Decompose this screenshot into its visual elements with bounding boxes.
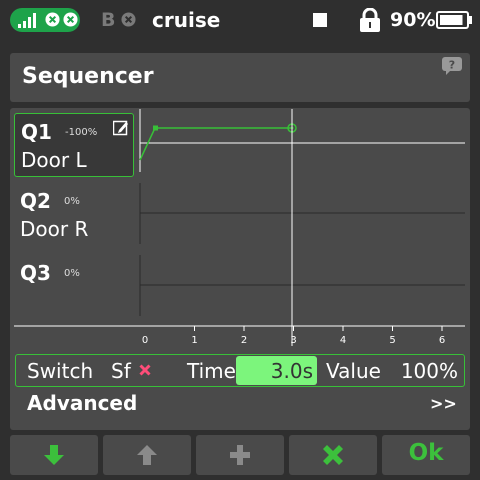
time-axis-tick-label: 5: [389, 335, 395, 346]
sequencer-item-q3[interactable]: Q3 0%: [14, 255, 134, 319]
item-value: 0%: [64, 268, 80, 279]
arrow-up-icon: [137, 445, 157, 465]
value-label: Value: [326, 359, 381, 383]
ok-button[interactable]: Ok: [382, 435, 470, 475]
item-value: -100%: [65, 127, 98, 138]
delete-button[interactable]: [289, 435, 377, 475]
time-value: 3.0s: [270, 359, 313, 383]
time-axis-tick-label: 4: [340, 335, 346, 346]
move-up-button[interactable]: [103, 435, 191, 475]
close-icon[interactable]: [139, 364, 151, 376]
item-name: Q2: [20, 189, 51, 213]
close-icon: [323, 445, 343, 465]
edit-icon[interactable]: [113, 120, 129, 136]
ok-label: Ok: [408, 440, 444, 466]
time-label: Time: [187, 359, 236, 383]
value-value[interactable]: 100%: [401, 359, 458, 383]
item-label: Door L: [21, 148, 87, 172]
time-axis-tick-label: 3: [290, 335, 296, 346]
plus-icon: [230, 445, 250, 465]
time-axis-tick-label: 2: [241, 335, 247, 346]
sequencer-item-q2[interactable]: Q2 0% Door R: [14, 183, 134, 247]
time-axis-tick-label: 6: [439, 335, 445, 346]
q1-curve-handle: [153, 125, 158, 131]
time-axis-tick-label: 0: [142, 335, 148, 346]
item-value: 0%: [64, 196, 80, 207]
move-down-button[interactable]: [10, 435, 98, 475]
time-input[interactable]: 3.0s: [236, 356, 317, 385]
advanced-more-button[interactable]: >>: [430, 394, 457, 413]
step-settings: Switch Sf Time 3.0s Value 100%: [15, 354, 465, 387]
q1-curve: [139, 127, 294, 161]
item-name: Q1: [21, 120, 52, 144]
item-name: Q3: [20, 261, 51, 285]
item-label: Door R: [20, 217, 89, 241]
time-axis-tick-label: 1: [191, 335, 197, 346]
arrow-down-icon: [44, 445, 64, 465]
add-button[interactable]: [196, 435, 284, 475]
advanced-label[interactable]: Advanced: [27, 391, 137, 415]
sequencer-item-q1[interactable]: Q1 -100% Door L: [14, 113, 134, 177]
switch-value[interactable]: Sf: [111, 359, 131, 383]
switch-label: Switch: [27, 359, 94, 383]
